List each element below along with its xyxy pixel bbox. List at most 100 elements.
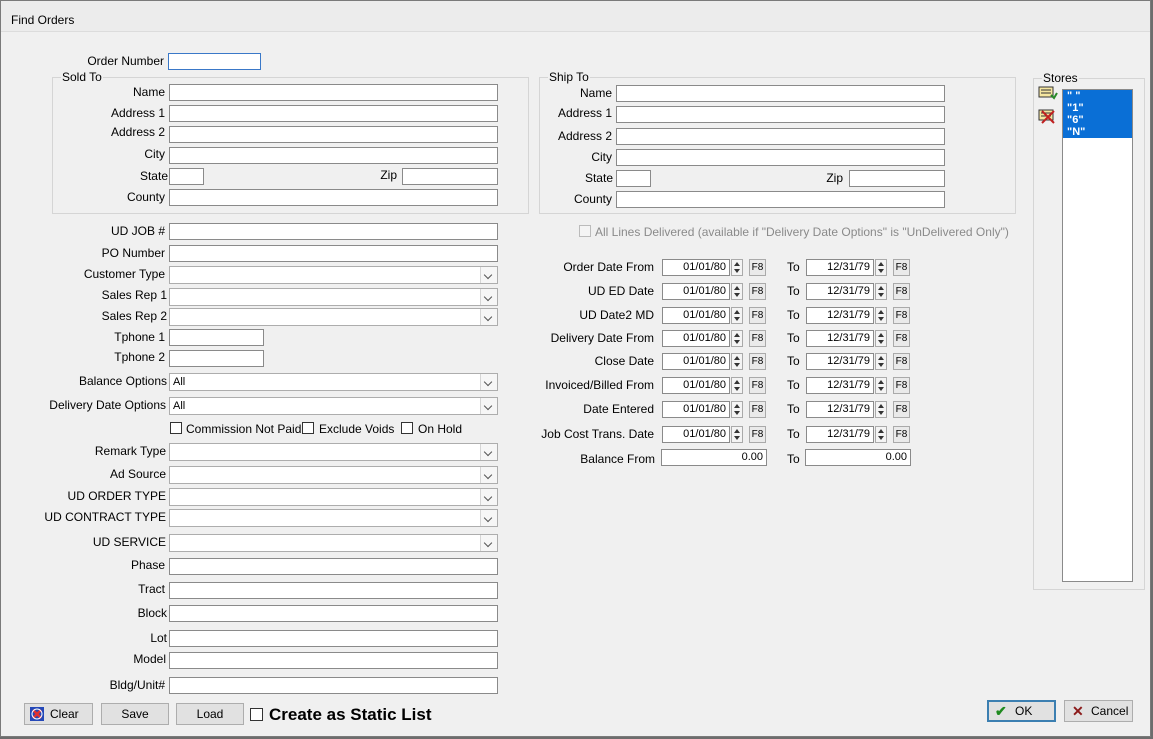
ud-job-input[interactable] [169, 223, 498, 240]
date-to-spinner-icon[interactable] [875, 259, 887, 276]
model-input[interactable] [169, 652, 498, 669]
store-item[interactable]: "N" [1063, 126, 1132, 138]
date-to-f8-button[interactable]: F8 [893, 330, 910, 347]
date-from-input[interactable]: 01/01/80 [662, 426, 730, 443]
date-to-spinner-icon[interactable] [875, 283, 887, 300]
ad-source-select[interactable] [169, 466, 498, 484]
sales-rep1-select[interactable] [169, 288, 498, 306]
date-from-spinner-icon[interactable] [731, 330, 743, 347]
delivery-date-options-select[interactable]: All [169, 397, 498, 415]
date-to-input[interactable]: 12/31/79 [806, 353, 874, 370]
save-button[interactable]: Save [101, 703, 169, 725]
date-to-spinner-icon[interactable] [875, 426, 887, 443]
date-from-spinner-icon[interactable] [731, 307, 743, 324]
date-from-f8-button[interactable]: F8 [749, 401, 766, 418]
ship-to-state-input[interactable] [616, 170, 651, 187]
date-to-spinner-icon[interactable] [875, 307, 887, 324]
select-all-stores-icon[interactable] [1038, 84, 1058, 102]
remark-type-select[interactable] [169, 443, 498, 461]
ud-contract-type-select[interactable] [169, 509, 498, 527]
date-to-spinner-icon[interactable] [875, 401, 887, 418]
date-to-f8-button[interactable]: F8 [893, 377, 910, 394]
sold-to-address2-input[interactable] [169, 126, 498, 143]
date-from-f8-button[interactable]: F8 [749, 377, 766, 394]
bldg-unit-input[interactable] [169, 677, 498, 694]
date-from-spinner-icon[interactable] [731, 426, 743, 443]
date-from-f8-button[interactable]: F8 [749, 259, 766, 276]
sold-to-zip-input[interactable] [402, 168, 498, 185]
date-to-spinner-icon[interactable] [875, 353, 887, 370]
tract-input[interactable] [169, 582, 498, 599]
clear-button[interactable]: Clear [24, 703, 93, 725]
store-item[interactable]: "1" [1063, 102, 1132, 114]
balance-to-input[interactable]: 0.00 [805, 449, 911, 466]
ship-to-name-input[interactable] [616, 85, 945, 102]
load-button[interactable]: Load [176, 703, 244, 725]
balance-options-select[interactable]: All [169, 373, 498, 391]
ud-service-select[interactable] [169, 534, 498, 552]
block-input[interactable] [169, 605, 498, 622]
static-list-checkbox[interactable] [250, 708, 263, 721]
ship-to-address2-input[interactable] [616, 128, 945, 145]
date-to-f8-button[interactable]: F8 [893, 353, 910, 370]
customer-type-select[interactable] [169, 266, 498, 284]
ok-button[interactable]: ✔ OK [987, 700, 1056, 722]
date-from-spinner-icon[interactable] [731, 283, 743, 300]
date-from-spinner-icon[interactable] [731, 259, 743, 276]
date-to-spinner-icon[interactable] [875, 377, 887, 394]
date-to-input[interactable]: 12/31/79 [806, 307, 874, 324]
stores-listbox[interactable]: " " "1" "6" "N" [1062, 89, 1133, 582]
date-from-input[interactable]: 01/01/80 [662, 307, 730, 324]
date-to-input[interactable]: 12/31/79 [806, 283, 874, 300]
tphone2-input[interactable] [169, 350, 264, 367]
date-to-input[interactable]: 12/31/79 [806, 330, 874, 347]
sold-to-county-input[interactable] [169, 189, 498, 206]
date-from-f8-button[interactable]: F8 [749, 330, 766, 347]
date-from-f8-button[interactable]: F8 [749, 353, 766, 370]
deselect-all-stores-icon[interactable] [1038, 107, 1058, 125]
date-to-input[interactable]: 12/31/79 [806, 377, 874, 394]
ship-to-city-input[interactable] [616, 149, 945, 166]
store-item[interactable]: "6" [1063, 114, 1132, 126]
ud-order-type-select[interactable] [169, 488, 498, 506]
all-lines-delivered-checkbox[interactable] [579, 225, 591, 237]
date-from-f8-button[interactable]: F8 [749, 426, 766, 443]
order-number-input[interactable] [168, 53, 261, 70]
ship-to-zip-input[interactable] [849, 170, 945, 187]
date-from-spinner-icon[interactable] [731, 401, 743, 418]
date-from-input[interactable]: 01/01/80 [662, 283, 730, 300]
date-from-f8-button[interactable]: F8 [749, 283, 766, 300]
ship-to-address1-input[interactable] [616, 106, 945, 123]
date-to-input[interactable]: 12/31/79 [806, 426, 874, 443]
date-to-f8-button[interactable]: F8 [893, 401, 910, 418]
cancel-button[interactable]: ✕ Cancel [1064, 700, 1133, 722]
date-to-input[interactable]: 12/31/79 [806, 401, 874, 418]
store-item[interactable]: " " [1063, 90, 1132, 102]
sold-to-address1-input[interactable] [169, 105, 498, 122]
date-to-input[interactable]: 12/31/79 [806, 259, 874, 276]
date-to-f8-button[interactable]: F8 [893, 283, 910, 300]
ship-to-county-input[interactable] [616, 191, 945, 208]
date-from-f8-button[interactable]: F8 [749, 307, 766, 324]
date-from-input[interactable]: 01/01/80 [662, 401, 730, 418]
sold-to-state-input[interactable] [169, 168, 204, 185]
sales-rep2-select[interactable] [169, 308, 498, 326]
sold-to-name-input[interactable] [169, 84, 498, 101]
date-from-spinner-icon[interactable] [731, 377, 743, 394]
phase-input[interactable] [169, 558, 498, 575]
date-to-f8-button[interactable]: F8 [893, 259, 910, 276]
on-hold-checkbox[interactable] [401, 422, 413, 434]
tphone1-input[interactable] [169, 329, 264, 346]
commission-not-paid-checkbox[interactable] [170, 422, 182, 434]
po-number-input[interactable] [169, 245, 498, 262]
date-to-f8-button[interactable]: F8 [893, 426, 910, 443]
balance-from-input[interactable]: 0.00 [661, 449, 767, 466]
date-from-input[interactable]: 01/01/80 [662, 353, 730, 370]
date-from-spinner-icon[interactable] [731, 353, 743, 370]
date-from-input[interactable]: 01/01/80 [662, 259, 730, 276]
exclude-voids-checkbox[interactable] [302, 422, 314, 434]
date-from-input[interactable]: 01/01/80 [662, 377, 730, 394]
sold-to-city-input[interactable] [169, 147, 498, 164]
date-to-spinner-icon[interactable] [875, 330, 887, 347]
date-from-input[interactable]: 01/01/80 [662, 330, 730, 347]
